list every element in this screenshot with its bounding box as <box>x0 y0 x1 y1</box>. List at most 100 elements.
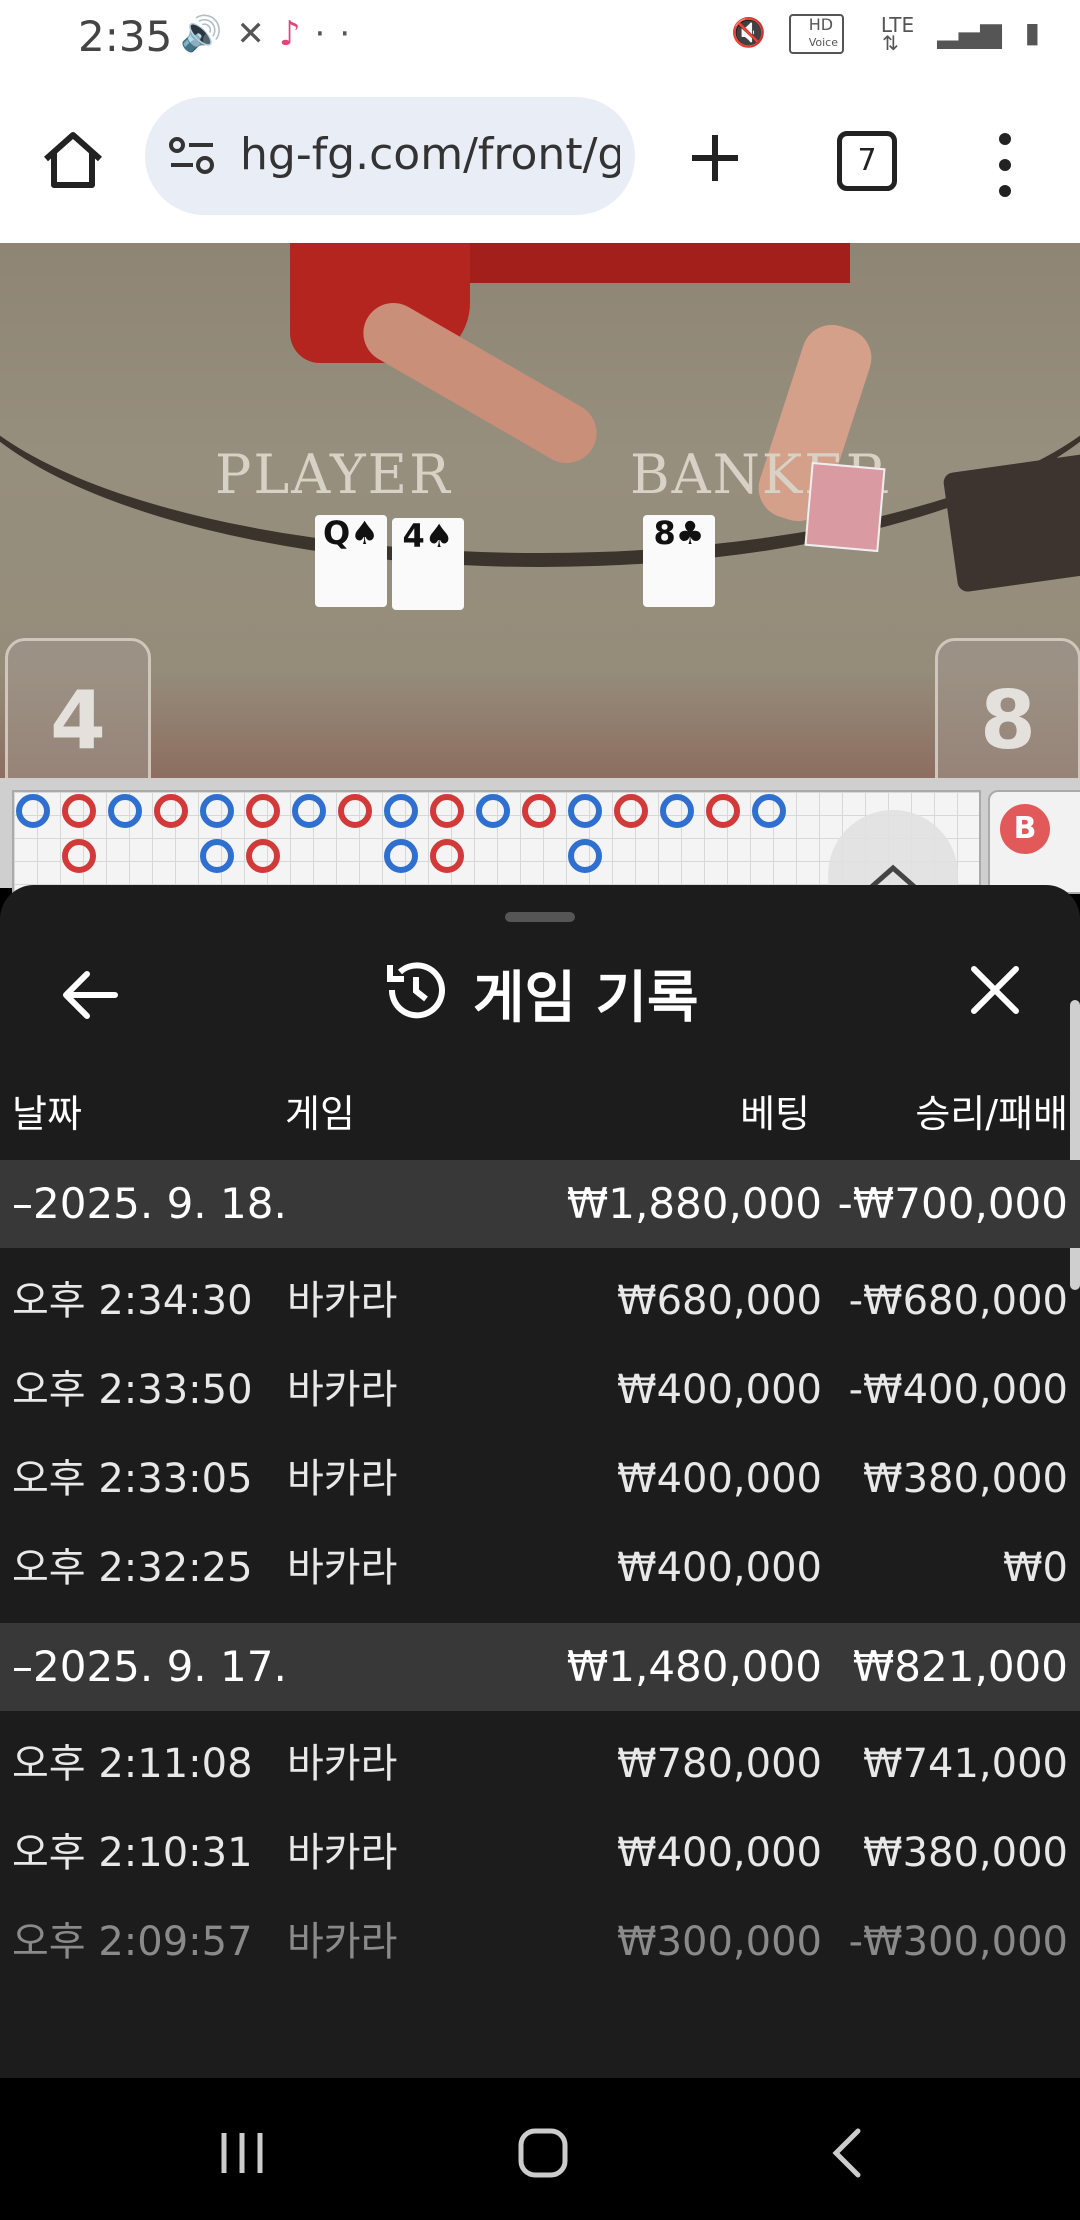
status-icons-left: 🔊✕♪·· <box>180 14 364 54</box>
address-bar[interactable]: hg-fg.com/front/g <box>145 97 635 215</box>
blue-bead <box>384 794 418 828</box>
sheet-drag-handle[interactable] <box>505 912 575 922</box>
site-settings-icon[interactable] <box>167 133 217 179</box>
history-row[interactable]: 오후 2:34:30 바카라 ₩680,000 -₩680,000 <box>0 1257 1080 1345</box>
blue-bead <box>568 839 602 873</box>
player-card: 4♠ <box>392 518 464 610</box>
row-time: 오후 2:10:31 <box>12 1830 253 1876</box>
blue-bead <box>568 794 602 828</box>
red-bead <box>246 794 280 828</box>
row-bet: ₩400,000 <box>617 1456 822 1502</box>
status-time: 2:35 <box>78 12 173 61</box>
history-row[interactable]: 오후 2:11:08 바카라 ₩780,000 ₩741,000 <box>0 1720 1080 1808</box>
group-result-total: -₩700,000 <box>837 1179 1068 1228</box>
row-game: 바카라 <box>287 1367 398 1413</box>
blue-bead <box>660 794 694 828</box>
row-result: ₩380,000 <box>863 1456 1068 1502</box>
home-icon[interactable] <box>513 2123 573 2183</box>
blue-bead <box>384 839 418 873</box>
row-game: 바카라 <box>287 1741 398 1787</box>
red-bead <box>154 794 188 828</box>
system-navigation-bar <box>0 2078 1080 2220</box>
battery-icon: ▮ <box>1024 16 1040 49</box>
back-arrow-icon[interactable] <box>55 960 125 1030</box>
player-card: Q♠ <box>315 515 387 607</box>
row-result: ₩380,000 <box>863 1830 1068 1876</box>
history-row[interactable]: 오후 2:32:25 바카라 ₩400,000 ₩0 <box>0 1524 1080 1612</box>
column-header-game: 게임 <box>285 1092 355 1136</box>
card-shoe <box>942 453 1080 593</box>
row-result: -₩400,000 <box>848 1367 1068 1413</box>
missed-call-icon: ✕ <box>236 14 279 54</box>
side-road: B <box>988 790 1080 894</box>
row-result: ₩0 <box>1003 1545 1068 1591</box>
red-bead <box>246 839 280 873</box>
row-bet: ₩400,000 <box>617 1545 822 1591</box>
url-text[interactable]: hg-fg.com/front/g <box>240 129 620 180</box>
row-time: 오후 2:32:25 <box>12 1545 253 1591</box>
close-icon[interactable] <box>960 955 1030 1025</box>
date-group-row[interactable]: –2025. 9. 18. ₩1,880,000 -₩700,000 <box>0 1160 1080 1248</box>
group-date: –2025. 9. 17. <box>12 1642 287 1691</box>
red-bead <box>338 794 372 828</box>
history-row[interactable]: 오후 2:33:05 바카라 ₩400,000 ₩380,000 <box>0 1435 1080 1523</box>
status-icons-right: 🔇 HD Voice LTE ⇅ ▂▄▆ ▮ <box>717 14 1040 54</box>
more-menu-icon[interactable] <box>985 125 1025 205</box>
new-tab-button[interactable] <box>680 123 750 193</box>
player-score: 4 <box>5 638 151 778</box>
row-result: -₩680,000 <box>848 1278 1068 1324</box>
blue-bead <box>476 794 510 828</box>
blue-bead <box>200 839 234 873</box>
game-history-sheet: 게임 기록 날짜 게임 베팅 승리/패배 –2025. 9. 18. ₩1,88… <box>0 885 1080 2078</box>
row-bet: ₩400,000 <box>617 1830 822 1876</box>
row-game: 바카라 <box>287 1545 398 1591</box>
row-bet: ₩680,000 <box>617 1278 822 1324</box>
banker-score: 8 <box>935 638 1080 778</box>
red-bead <box>522 794 556 828</box>
group-bet-total: ₩1,880,000 <box>566 1179 822 1228</box>
row-game: 바카라 <box>287 1830 398 1876</box>
row-bet: ₩780,000 <box>617 1741 822 1787</box>
blue-bead <box>16 794 50 828</box>
home-button[interactable] <box>38 125 108 195</box>
row-time: 오후 2:34:30 <box>12 1278 253 1324</box>
row-game: 바카라 <box>287 1456 398 1502</box>
row-bet: ₩300,000 <box>617 1919 822 1965</box>
tab-switcher-button[interactable]: 7 <box>837 131 897 191</box>
mute-icon: 🔇 <box>730 16 766 49</box>
row-result: -₩300,000 <box>848 1919 1068 1965</box>
signal-icon: ▂▄▆ <box>937 16 1002 49</box>
volume-icon: 🔊 <box>180 14 237 54</box>
row-time: 오후 2:11:08 <box>12 1741 253 1787</box>
row-game: 바카라 <box>287 1278 398 1324</box>
row-time: 오후 2:09:57 <box>12 1919 253 1965</box>
red-bead <box>614 794 648 828</box>
row-time: 오후 2:33:50 <box>12 1367 253 1413</box>
player-area-label: PLAYER <box>215 443 452 506</box>
group-bet-total: ₩1,480,000 <box>566 1642 822 1691</box>
row-bet: ₩400,000 <box>617 1367 822 1413</box>
history-row[interactable]: 오후 2:09:57 바카라 ₩300,000 -₩300,000 <box>0 1898 1080 1986</box>
group-result-total: ₩821,000 <box>852 1642 1068 1691</box>
column-header-bet: 베팅 <box>740 1092 810 1136</box>
red-bead <box>706 794 740 828</box>
row-result: ₩741,000 <box>863 1741 1068 1787</box>
banker-card: 8♣ <box>643 515 715 607</box>
column-header-date: 날짜 <box>12 1092 82 1136</box>
sheet-title: 게임 기록 <box>473 966 699 1031</box>
column-header-result: 승리/패배 <box>915 1092 1068 1136</box>
row-game: 바카라 <box>287 1919 398 1965</box>
live-video-stream[interactable]: PLAYER BANKER Q♠ 4♠ 8♣ 4 8 <box>0 243 1080 778</box>
hd-voice-icon: HD Voice <box>788 14 844 54</box>
history-icon <box>387 962 445 1019</box>
red-bead <box>62 794 96 828</box>
date-group-row[interactable]: –2025. 9. 17. ₩1,480,000 ₩821,000 <box>0 1623 1080 1711</box>
blue-bead <box>292 794 326 828</box>
recent-apps-icon[interactable] <box>212 2123 272 2183</box>
tiktok-icon: ♪ <box>278 14 315 54</box>
history-row[interactable]: 오후 2:10:31 바카라 ₩400,000 ₩380,000 <box>0 1809 1080 1897</box>
status-bar: 2:35 🔊✕♪·· 🔇 HD Voice LTE ⇅ ▂▄▆ ▮ <box>0 0 1080 75</box>
back-icon[interactable] <box>818 2123 878 2183</box>
history-row[interactable]: 오후 2:33:50 바카라 ₩400,000 -₩400,000 <box>0 1346 1080 1434</box>
red-bead <box>430 794 464 828</box>
